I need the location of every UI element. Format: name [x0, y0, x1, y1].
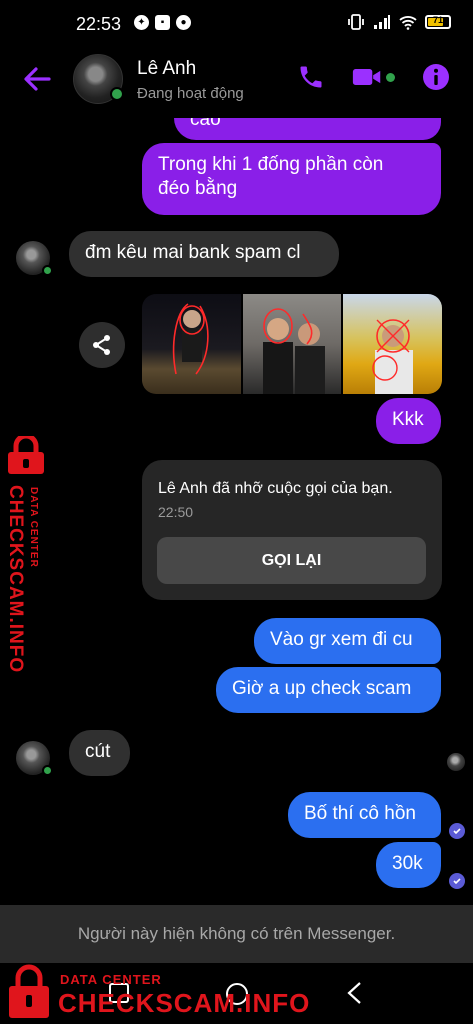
watermark-subtext: DATA CENTER — [60, 972, 162, 987]
watermark-text: CHECKSCAM.INFO — [5, 485, 26, 674]
check-circle-icon — [449, 823, 465, 839]
battery-icon: 71 — [425, 15, 451, 29]
photo-thumbnail[interactable] — [242, 294, 342, 394]
message-outgoing[interactable]: Trong khi 1 đống phần còn đéo bằng — [142, 143, 441, 215]
chat-header: Lê Anh Đang hoạt động — [0, 48, 473, 118]
contact-status: Đang hoạt động — [137, 85, 244, 102]
message-text: Giờ a up check scam — [232, 678, 412, 699]
watermark-subtext: DATA CENTER — [28, 487, 39, 568]
message-text-line: đéo bằng — [158, 178, 238, 199]
header-actions — [296, 62, 451, 92]
messenger-notification-icon: ✦ — [134, 15, 149, 30]
watermark-text: CHECKSCAM.INFO — [58, 988, 311, 1018]
share-button[interactable] — [79, 322, 125, 368]
video-camera-icon[interactable] — [352, 62, 382, 92]
message-outgoing[interactable]: Vào gr xem đi cu — [254, 618, 441, 664]
message-text-line: Trong khi 1 đống phần còn — [158, 154, 384, 175]
photo-attachment-group[interactable] — [142, 294, 443, 394]
contact-avatar[interactable] — [73, 54, 124, 104]
message-text: Vào gr xem đi cu — [270, 629, 413, 650]
photo-thumbnail[interactable] — [343, 294, 443, 394]
image-notification-icon: ▪ — [155, 15, 170, 30]
message-incoming[interactable]: đm kêu mai bank spam cl — [69, 231, 339, 277]
message-outgoing[interactable]: Kkk — [376, 398, 441, 444]
message-text: Bố thí cô hồn — [304, 803, 416, 824]
system-icons: 71 — [347, 13, 451, 31]
vibrate-icon — [348, 14, 364, 30]
back-nav-icon[interactable] — [345, 981, 365, 1005]
share-icon — [93, 335, 110, 355]
info-icon[interactable] — [421, 62, 451, 92]
message-outgoing[interactable]: 30k — [376, 842, 441, 888]
read-receipt-avatar — [447, 753, 465, 771]
contact-avatar-small[interactable] — [16, 241, 53, 276]
photo-thumbnail[interactable] — [142, 294, 241, 394]
arrow-left-icon[interactable] — [22, 64, 52, 94]
wifi-icon — [399, 15, 417, 30]
unavailable-notice: Người này hiện không có trên Messenger. — [0, 905, 473, 963]
message-incoming[interactable]: cút — [69, 730, 130, 776]
missed-call-title: Lê Anh đã nhỡ cuộc gọi của bạn. — [158, 480, 393, 497]
online-indicator — [110, 87, 124, 101]
contact-avatar-small[interactable] — [16, 741, 53, 776]
missed-call-time: 22:50 — [158, 504, 194, 520]
message-outgoing[interactable]: Giờ a up check scam — [216, 667, 441, 713]
message-outgoing[interactable]: Bố thí cô hồn — [288, 792, 441, 838]
signal-icon — [374, 15, 390, 29]
status-time: 22:53 — [76, 14, 122, 34]
phone-icon[interactable] — [296, 62, 326, 92]
lock-watermark-icon — [8, 436, 44, 474]
message-text: 30k — [392, 853, 423, 874]
missed-call-card: Lê Anh đã nhỡ cuộc gọi của bạn. 22:50 GỌ… — [142, 460, 442, 600]
online-indicator — [42, 265, 53, 276]
app-notification-icon: ● — [176, 15, 191, 30]
check-circle-icon — [449, 873, 465, 889]
message-text: cút — [85, 741, 111, 762]
lock-watermark-icon — [9, 964, 49, 1018]
message-text: đm kêu mai bank spam cl — [85, 242, 301, 263]
call-back-button[interactable]: GỌI LẠI — [157, 537, 426, 584]
status-bar: 22:53 ✦ ▪ ● 71 — [0, 0, 473, 48]
battery-level: 71 — [432, 15, 443, 25]
online-indicator — [42, 765, 53, 776]
notification-icons: ✦ ▪ ● — [134, 15, 191, 30]
contact-name[interactable]: Lê Anh — [137, 58, 196, 80]
message-text: Kkk — [392, 409, 424, 430]
message-list[interactable]: cao Trong khi 1 đống phần còn đéo bằng đ… — [0, 110, 473, 905]
video-online-indicator — [386, 72, 395, 82]
